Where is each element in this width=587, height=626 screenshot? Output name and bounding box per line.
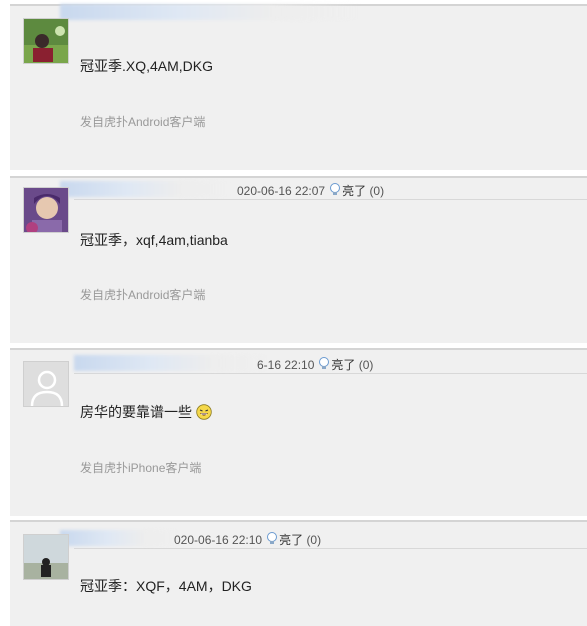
- photo-avatar-icon: [24, 535, 68, 579]
- light-button[interactable]: 亮了: [342, 184, 366, 198]
- post-source[interactable]: 发自虎扑Android客户端: [80, 113, 205, 130]
- lightbulb-icon[interactable]: [318, 357, 330, 371]
- reply-post: 020-06-16 22:07 亮了 (0) 冠亚季，xqf,4am,tianba…: [10, 176, 587, 343]
- post-date: 6-16 22:10: [257, 358, 315, 372]
- light-count: (0): [369, 184, 385, 198]
- post-content: 冠亚季.XQ,4AM,DKG: [80, 58, 214, 74]
- redacted-username: [60, 4, 360, 20]
- light-button[interactable]: 亮了: [279, 533, 303, 547]
- anime-avatar-icon: [24, 188, 68, 232]
- laughing-emoji-icon: [196, 404, 212, 420]
- user-avatar[interactable]: [23, 534, 69, 580]
- post-date: 020-06-16 22:07: [237, 184, 326, 198]
- post-header: 6-16 22:10 亮了 (0): [74, 353, 587, 374]
- user-avatar[interactable]: [23, 18, 69, 64]
- default-user-avatar-icon: [24, 362, 68, 406]
- user-avatar[interactable]: [23, 361, 69, 407]
- reply-post: 020-06-16 22:10 亮了 (0) 冠亚季：XQF，4AM，DKG: [10, 520, 587, 626]
- user-avatar[interactable]: [23, 187, 69, 233]
- light-count: (0): [358, 358, 374, 372]
- post-content: 冠亚季，xqf,4am,tianba: [80, 232, 228, 248]
- post-content: 冠亚季：XQF，4AM，DKG: [80, 578, 252, 594]
- redacted-username: [60, 181, 230, 197]
- reply-post: 6-16 22:10 亮了 (0) 房华的要靠谱一些 发自虎扑iPhone客户端: [10, 348, 587, 516]
- post-date: 020-06-16 22:10: [174, 533, 263, 547]
- lightbulb-icon[interactable]: [266, 532, 278, 546]
- light-count: (0): [306, 533, 322, 547]
- post-source[interactable]: 发自虎扑iPhone客户端: [80, 459, 201, 476]
- post-header: 020-06-16 22:10 亮了 (0): [60, 528, 587, 549]
- redacted-username: [74, 355, 269, 371]
- post-source[interactable]: 发自虎扑Android客户端: [80, 286, 205, 303]
- post-meta: 020-06-16 22:10 亮了 (0): [174, 531, 321, 548]
- post-content: 房华的要靠谱一些: [80, 402, 212, 422]
- post-meta: 6-16 22:10 亮了 (0): [257, 356, 373, 373]
- photo-avatar-icon: [24, 19, 68, 63]
- light-button[interactable]: 亮了: [331, 358, 355, 372]
- post-meta: 020-06-16 22:07 亮了 (0): [237, 182, 384, 199]
- redacted-username: [60, 530, 180, 546]
- lightbulb-icon[interactable]: [329, 183, 341, 197]
- reply-post: 冠亚季.XQ,4AM,DKG 发自虎扑Android客户端: [10, 4, 587, 170]
- post-header: 020-06-16 22:07 亮了 (0): [60, 179, 587, 200]
